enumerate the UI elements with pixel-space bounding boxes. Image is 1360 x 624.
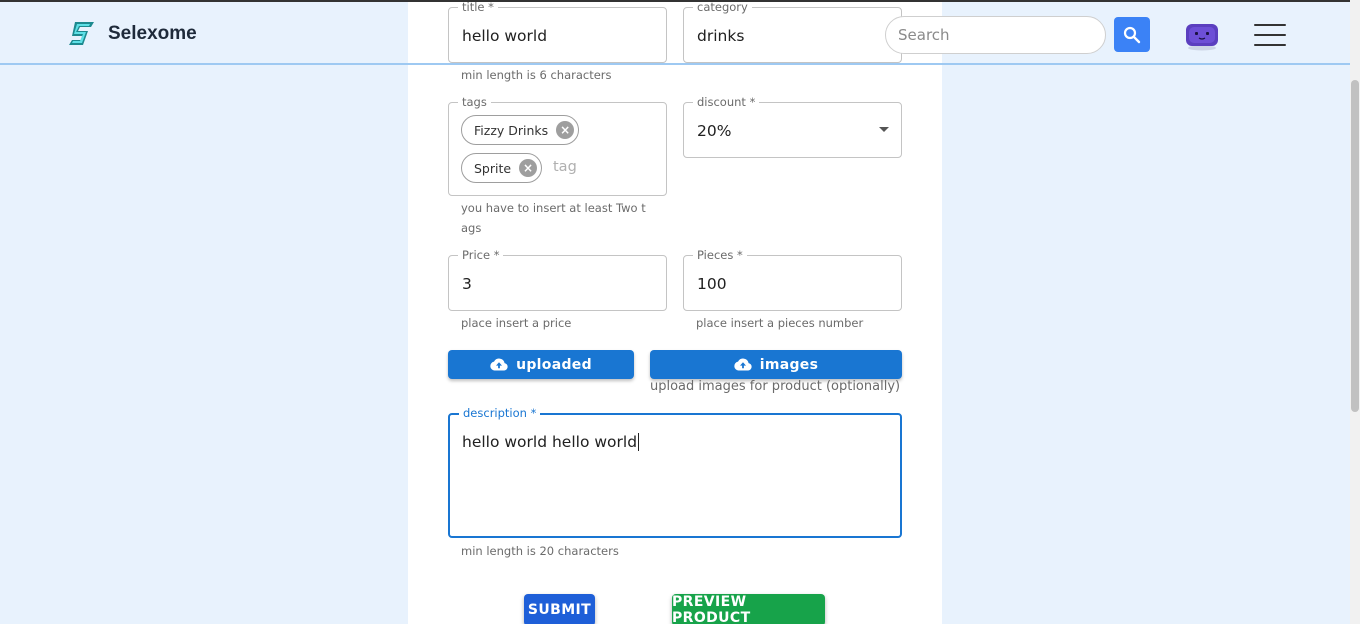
price-label: Price * (458, 248, 504, 262)
submit-button[interactable]: SUBMIT (524, 594, 595, 624)
tags-helper: you have to insert at least Two t ags (461, 198, 646, 238)
lightning-s-icon (69, 22, 94, 45)
tag-chip[interactable]: Fizzy Drinks × (461, 115, 580, 145)
tag-input[interactable]: tag (553, 159, 577, 175)
tags-helper-line: you have to insert at least Two t (461, 201, 646, 215)
tag-chip[interactable]: Sprite × (461, 153, 543, 183)
robot-avatar-icon (1186, 24, 1218, 51)
category-field[interactable]: category drinks (683, 0, 902, 63)
pieces-value: 100 (697, 275, 727, 293)
search-input[interactable]: Search (885, 16, 1106, 54)
tags-helper-line: ags (461, 221, 482, 235)
search-icon (1123, 26, 1141, 43)
upload-main-image-button[interactable]: uploaded (448, 350, 634, 379)
description-helper: min length is 20 characters (461, 544, 619, 558)
upload-images-label: images (759, 356, 819, 373)
cloud-upload-icon (490, 358, 508, 371)
category-value: drinks (697, 27, 745, 45)
cloud-upload-icon (734, 358, 752, 371)
brand[interactable]: Selexome (68, 20, 197, 47)
user-avatar[interactable] (1184, 21, 1220, 51)
title-value: hello world (462, 27, 548, 45)
price-field[interactable]: Price * 3 (448, 248, 667, 311)
upload-images-helper: upload images for product (optionally) (650, 379, 901, 394)
upload-images-button[interactable]: images (650, 350, 902, 379)
hamburger-menu-icon[interactable] (1254, 24, 1286, 46)
discount-select[interactable]: discount * 20% (683, 95, 902, 158)
product-form-panel: title * hello world min length is 6 char… (408, 0, 942, 624)
tag-chip-label: Sprite (474, 160, 512, 176)
chip-remove-icon[interactable]: × (519, 159, 538, 177)
menu-line (1254, 24, 1286, 26)
page-scrollbar[interactable] (1350, 0, 1360, 624)
menu-line (1254, 44, 1286, 46)
pieces-helper: place insert a pieces number (696, 316, 864, 330)
chip-remove-icon[interactable]: × (556, 121, 575, 139)
tags-field[interactable]: tags Fizzy Drinks × Sprite × tag (448, 95, 667, 196)
price-helper: place insert a price (461, 316, 572, 330)
description-value: hello world hello world (462, 433, 640, 451)
search-placeholder: Search (898, 26, 950, 44)
search-button[interactable] (1114, 17, 1150, 52)
description-label: description * (459, 406, 541, 420)
preview-product-button[interactable]: PREVIEW PRODUCT (672, 594, 825, 624)
title-helper: min length is 6 characters (461, 68, 612, 82)
title-field[interactable]: title * hello world (448, 0, 667, 63)
pieces-label: Pieces * (693, 248, 747, 262)
pieces-field[interactable]: Pieces * 100 (683, 248, 902, 311)
menu-line (1254, 34, 1286, 36)
title-label: title * (458, 0, 498, 14)
scrollbar-thumb[interactable] (1351, 80, 1359, 412)
tag-chip-label: Fizzy Drinks (474, 122, 549, 138)
description-textarea[interactable]: description * hello world hello world (448, 406, 902, 538)
brand-name: Selexome (108, 22, 197, 44)
category-label: category (693, 0, 752, 14)
discount-value: 20% (697, 122, 732, 140)
discount-label: discount * (693, 95, 760, 109)
dropdown-arrow-icon (879, 127, 889, 132)
price-value: 3 (462, 275, 472, 293)
tags-label: tags (458, 95, 491, 109)
upload-main-label: uploaded (516, 356, 592, 373)
